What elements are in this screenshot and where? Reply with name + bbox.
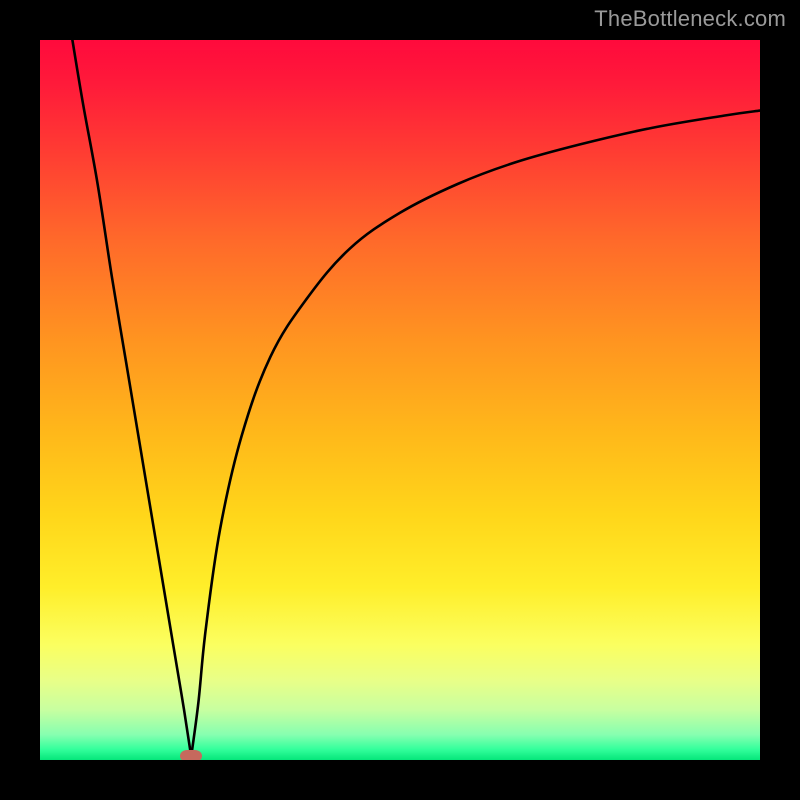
curve-svg [40, 40, 760, 760]
chart-frame: TheBottleneck.com [0, 0, 800, 800]
watermark-text: TheBottleneck.com [594, 6, 786, 32]
plot-area [40, 40, 760, 760]
bottleneck-marker [180, 750, 202, 760]
